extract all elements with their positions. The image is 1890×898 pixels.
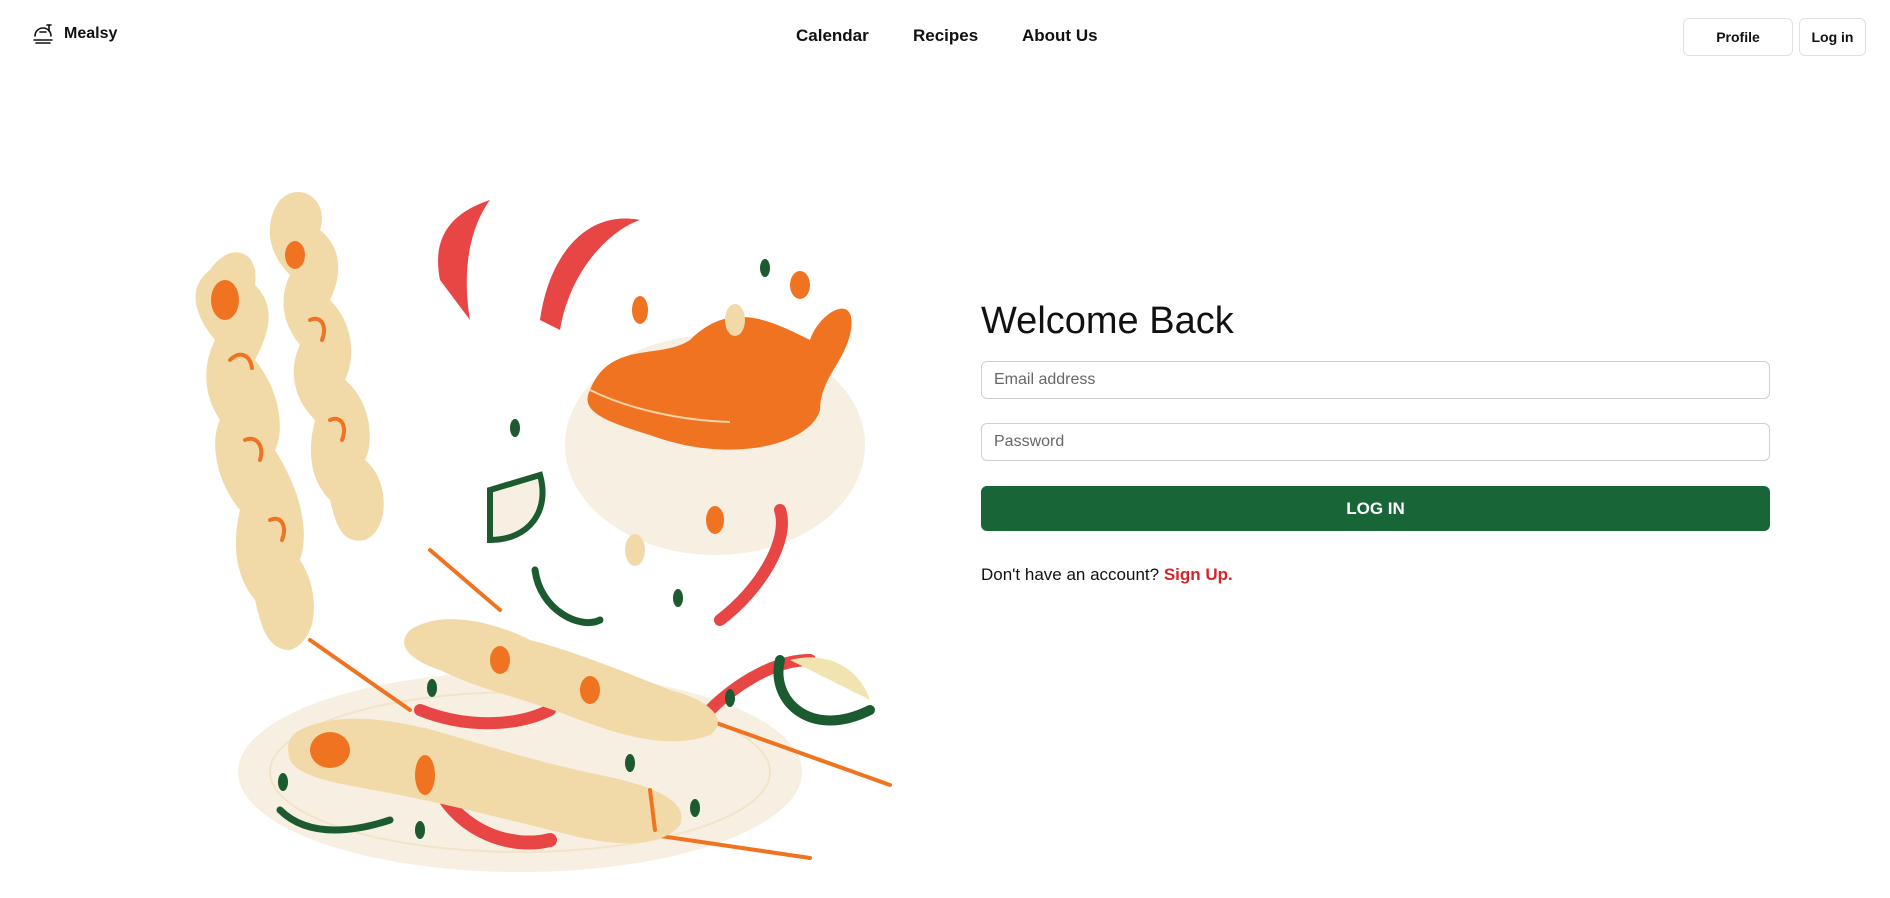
login-submit-button[interactable]: LOG IN: [981, 486, 1770, 531]
signup-prompt-row: Don't have an account? Sign Up.: [981, 565, 1770, 585]
profile-button[interactable]: Profile: [1683, 18, 1793, 56]
nav-recipes-link[interactable]: Recipes: [913, 26, 1022, 46]
login-form: Welcome Back LOG IN Don't have an accoun…: [981, 300, 1770, 585]
signup-prompt-text: Don't have an account?: [981, 565, 1160, 584]
main-nav: Calendar Recipes About Us: [796, 26, 1112, 46]
email-input[interactable]: [981, 361, 1770, 399]
password-input[interactable]: [981, 423, 1770, 461]
brand-name: Mealsy: [64, 25, 118, 42]
food-illustration: [195, 191, 892, 872]
nav-about-us-link[interactable]: About Us: [1022, 26, 1112, 46]
login-title: Welcome Back: [981, 300, 1234, 342]
nav-calendar-link[interactable]: Calendar: [796, 26, 913, 46]
signup-link[interactable]: Sign Up.: [1164, 565, 1233, 584]
top-navigation-bar: Mealsy Calendar Recipes About Us Profile…: [0, 0, 1890, 74]
brand[interactable]: Mealsy: [32, 22, 117, 46]
header-login-button[interactable]: Log in: [1799, 18, 1866, 56]
food-tray-icon: [33, 24, 53, 44]
